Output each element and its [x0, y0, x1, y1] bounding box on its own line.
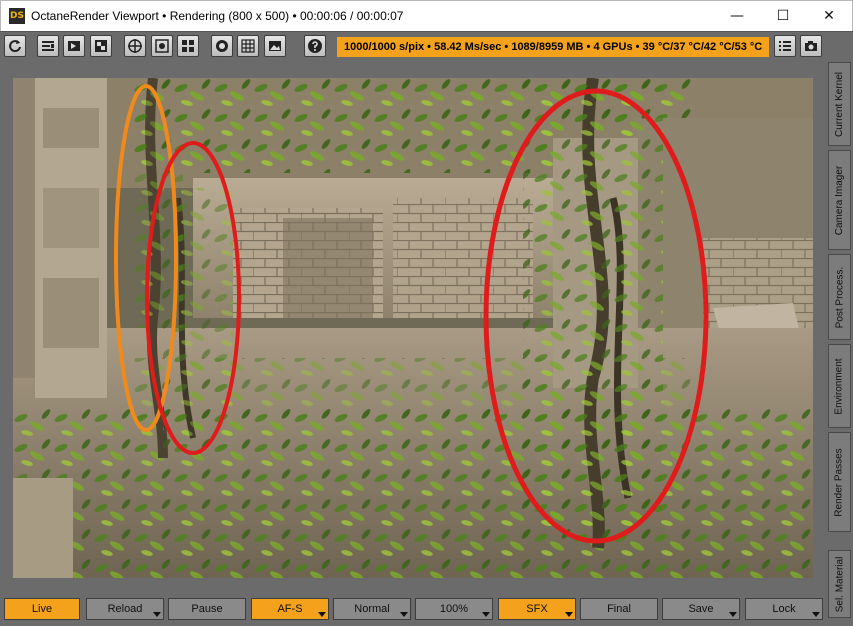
tab-label: Environment — [834, 357, 846, 415]
window-controls: — ☐ ✕ — [714, 1, 852, 31]
button-label: Lock — [772, 603, 796, 615]
button-label: SFX — [526, 603, 548, 615]
material-picker-icon[interactable] — [177, 35, 199, 57]
chevron-down-icon[interactable] — [729, 612, 737, 617]
button-label: Final — [607, 603, 631, 615]
help-icon[interactable] — [304, 35, 326, 57]
button-label: Normal — [354, 603, 390, 615]
chevron-down-icon[interactable] — [482, 612, 490, 617]
live-button[interactable]: Live — [4, 598, 80, 620]
window-title-bar: DS OctaneRender Viewport • Rendering (80… — [0, 0, 853, 31]
white-balance-icon[interactable] — [151, 35, 173, 57]
tab-sel-material[interactable]: Sel. Material — [828, 550, 851, 618]
tab-label: Post Process. — [834, 266, 846, 328]
grid-icon[interactable] — [237, 35, 259, 57]
lock-button[interactable]: Lock — [745, 598, 823, 620]
pick-icon[interactable] — [90, 35, 112, 57]
stop-icon[interactable] — [211, 35, 233, 57]
button-label: 100% — [439, 603, 469, 615]
tab-post-process[interactable]: Post Process. — [828, 254, 851, 340]
button-label: Live — [31, 603, 53, 615]
tab-current-kernel[interactable]: Current Kernel — [828, 62, 851, 146]
tab-camera-imager[interactable]: Camera Imager — [828, 150, 851, 250]
button-label: Pause — [191, 603, 223, 615]
tab-environment[interactable]: Environment — [828, 344, 851, 428]
tab-label: Render Passes — [834, 447, 845, 517]
minimize-button[interactable]: — — [714, 1, 760, 31]
reload-button[interactable]: Reload — [86, 598, 164, 620]
button-label: AF-S — [277, 603, 303, 615]
close-button[interactable]: ✕ — [806, 1, 852, 31]
af-s-button[interactable]: AF-S — [251, 598, 329, 620]
film-region-icon[interactable] — [63, 35, 85, 57]
chevron-down-icon[interactable] — [400, 612, 408, 617]
menu-icon[interactable] — [774, 35, 796, 57]
viewport-toolbar: 1000/1000 s/pix • 58.42 Ms/sec • 1089/89… — [0, 31, 853, 61]
rendered-scene-image — [13, 78, 813, 578]
tab-label: Current Kernel — [834, 71, 845, 137]
tab-label: Camera Imager — [834, 165, 845, 235]
region-render-icon[interactable] — [37, 35, 59, 57]
save-button[interactable]: Save — [662, 598, 740, 620]
chevron-down-icon[interactable] — [153, 612, 161, 617]
window-title: OctaneRender Viewport • Rendering (800 x… — [31, 9, 404, 23]
render-status-bar: 1000/1000 s/pix • 58.42 Ms/sec • 1089/89… — [337, 37, 769, 57]
reload-icon[interactable] — [4, 35, 26, 57]
maximize-button[interactable]: ☐ — [760, 1, 806, 31]
tab-label: Sel. Material — [834, 556, 846, 612]
save-image-icon[interactable] — [264, 35, 286, 57]
render-controls-bar: Live Reload Pause AF-S Normal 100% SFX F… — [0, 598, 826, 622]
tab-render-passes[interactable]: Render Passes — [828, 432, 851, 532]
final-button[interactable]: Final — [580, 598, 658, 620]
side-panel-tabs: Current Kernel Camera Imager Post Proces… — [826, 62, 853, 618]
zoom-button[interactable]: 100% — [415, 598, 493, 620]
chevron-down-icon[interactable] — [565, 612, 573, 617]
button-label: Save — [688, 603, 714, 615]
app-logo-icon: DS — [9, 8, 25, 24]
focus-picker-icon[interactable] — [124, 35, 146, 57]
chevron-down-icon[interactable] — [812, 612, 820, 617]
render-viewport[interactable] — [13, 78, 813, 578]
normal-button[interactable]: Normal — [333, 598, 411, 620]
pause-button[interactable]: Pause — [168, 598, 246, 620]
chevron-down-icon[interactable] — [318, 612, 326, 617]
button-label: Reload — [107, 603, 143, 615]
camera-icon[interactable] — [800, 35, 822, 57]
sfx-button[interactable]: SFX — [498, 598, 576, 620]
